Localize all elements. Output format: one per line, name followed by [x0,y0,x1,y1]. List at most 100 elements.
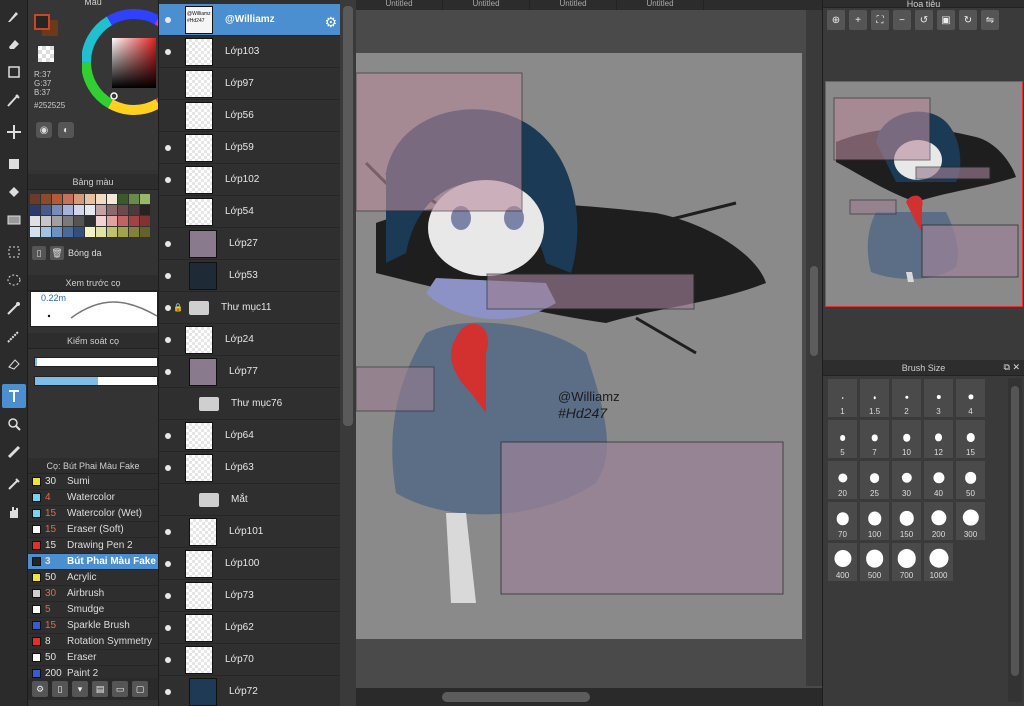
visibility-eye-icon[interactable] [165,464,171,471]
visibility-eye-icon[interactable] [165,688,171,695]
new-brush-icon[interactable]: ▯ [52,681,68,697]
brush-size-cell[interactable]: 150 [891,501,922,541]
brush-list-item[interactable]: 50 Eraser [28,650,158,666]
brush-list-item[interactable]: 15 Watercolor (Wet) [28,506,158,522]
visibility-eye-icon[interactable] [165,272,171,279]
brush-size-cell[interactable]: 15 [955,419,986,459]
bucket-tool-icon[interactable] [2,180,26,204]
palette-settings-icon[interactable]: ◐ [58,122,74,138]
visibility-eye-icon[interactable] [165,16,171,23]
palette-swatch[interactable] [129,194,139,204]
palette-swatch[interactable] [30,227,40,237]
visibility-eye-icon[interactable] [165,240,171,247]
brush-size-cell[interactable]: 20 [827,460,858,500]
brush-list-item[interactable]: 3 Bút Phai Màu Fake [28,554,158,570]
palette-swatch[interactable] [41,227,51,237]
eyedropper-tool-icon[interactable] [2,472,26,496]
layer-settings-gear-icon[interactable]: ⚙ [324,14,337,31]
palette-name[interactable]: Bóng da [68,248,102,258]
layer-row[interactable]: Lớp56 [159,100,341,132]
tab-untitled-3[interactable]: Untitled [530,0,617,10]
pen-tool-icon[interactable] [2,88,26,112]
brush-size-cell[interactable]: 1 [827,378,858,418]
palette-swatch[interactable] [30,194,40,204]
palette-icon[interactable]: ◉ [36,122,52,138]
layer-scrollbar[interactable] [340,0,356,706]
brush-opacity-slider[interactable] [34,376,158,386]
move-tool-icon[interactable] [2,120,26,144]
palette-swatch[interactable] [107,205,117,215]
add-brush-icon[interactable]: ▾ [72,681,88,697]
palette-swatch[interactable] [63,227,73,237]
brush-size-cell[interactable]: 70 [827,501,858,541]
palette-swatch[interactable] [140,227,150,237]
canvas-horizontal-scrollbar[interactable] [356,688,822,706]
rectangle-tool-icon[interactable] [2,60,26,84]
layer-row[interactable]: Lớp97 [159,68,341,100]
visibility-eye-icon[interactable] [165,592,171,599]
lasso-tool-icon[interactable] [2,268,26,292]
palette-swatch[interactable] [129,216,139,226]
brush-list-item[interactable]: 15 Sparkle Brush [28,618,158,634]
palette-swatch[interactable] [74,216,84,226]
palette-swatch[interactable] [85,216,95,226]
split-tool-icon[interactable] [2,412,26,436]
layer-row[interactable]: Lớp73 [159,580,341,612]
magic-wand-tool-icon[interactable] [2,296,26,320]
brush-settings-icon[interactable]: ⚙ [32,681,48,697]
palette-swatch[interactable] [74,227,84,237]
visibility-eye-icon[interactable] [165,656,171,663]
canvas-page[interactable]: @Williamz #Hd247 [355,53,802,639]
fit-window-icon[interactable]: ⛶ [871,10,889,30]
palette-swatch[interactable] [96,194,106,204]
layer-row[interactable]: Lớp62 [159,612,341,644]
visibility-eye-icon[interactable] [165,368,171,375]
layer-row[interactable]: Lớp53 [159,260,341,292]
rotate-right-icon[interactable]: ↻ [959,10,977,30]
palette-swatch[interactable] [30,205,40,215]
layer-row[interactable]: Lớp72 [159,676,341,706]
palette-swatch[interactable] [52,227,62,237]
color-wheel[interactable] [82,6,158,116]
tab-untitled-1[interactable]: Untitled [356,0,443,10]
palette-swatch[interactable] [96,205,106,215]
brush-size-cell[interactable]: 300 [955,501,986,541]
brush-list-item[interactable]: 30 Sumi [28,474,158,490]
brush-size-cell[interactable]: 30 [891,460,922,500]
text-tool-icon[interactable] [2,384,26,408]
brush-list-item[interactable]: 15 Eraser (Soft) [28,522,158,538]
paste-brush-icon[interactable]: ▢ [132,681,148,697]
primary-color-swatch[interactable] [34,14,50,30]
folder-brush-icon[interactable]: ▭ [112,681,128,697]
brush-list-item[interactable]: 4 Watercolor [28,490,158,506]
layer-row[interactable]: Lớp101 [159,516,341,548]
brush-size-cell[interactable]: 5 [827,419,858,459]
palette-swatch[interactable] [52,205,62,215]
palette-swatch[interactable] [85,205,95,215]
palette-swatch[interactable] [118,216,128,226]
palette-swatch[interactable] [41,205,51,215]
select-pen-tool-icon[interactable] [2,324,26,348]
brush-size-cell[interactable]: 50 [955,460,986,500]
palette-swatch[interactable] [129,205,139,215]
visibility-eye-icon[interactable] [165,48,171,55]
palette-swatch[interactable] [107,216,117,226]
palette-swatch[interactable] [96,216,106,226]
layer-folder-row[interactable]: 🔒 Thư mục11 [159,292,341,324]
palette-swatch[interactable] [107,194,117,204]
visibility-eye-icon[interactable] [165,432,171,439]
zoom-out-icon[interactable]: − [893,10,911,30]
layer-row[interactable]: @Williamz #Hd247 @Williamz ⚙ [159,4,341,36]
palette-swatch[interactable] [41,194,51,204]
palette-swatch[interactable] [118,227,128,237]
delete-palette-icon[interactable]: 🗑 [50,246,64,260]
brush-size-cell[interactable]: 200 [923,501,954,541]
palette-swatch[interactable] [107,227,117,237]
visibility-eye-icon[interactable] [165,81,171,87]
copy-brush-icon[interactable]: ▤ [92,681,108,697]
brush-list-item[interactable]: 50 Acrylic [28,570,158,586]
palette-swatch[interactable] [30,216,40,226]
palette-swatch[interactable] [41,216,51,226]
palette-swatch[interactable] [96,227,106,237]
layer-row[interactable]: Lớp70 [159,644,341,676]
